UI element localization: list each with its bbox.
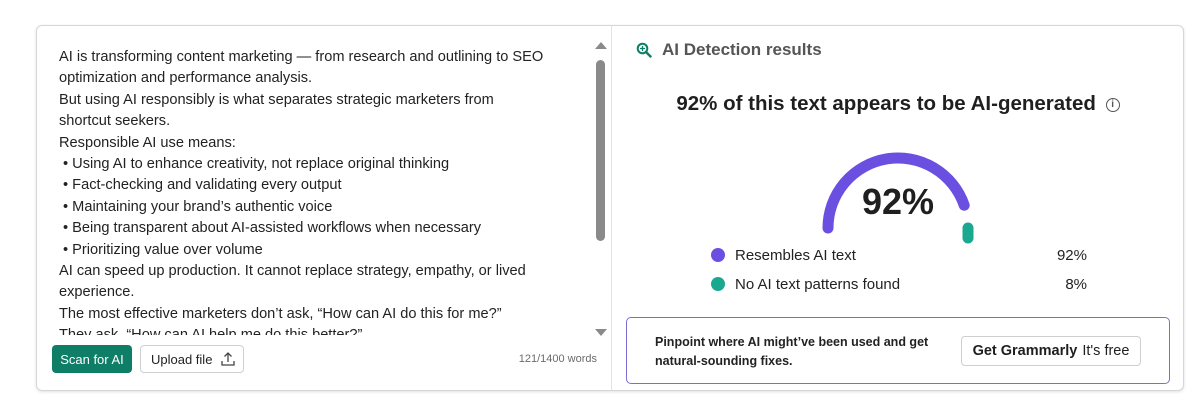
cta-rest: It's free <box>1082 343 1130 359</box>
editor-line: They ask, “How can AI help me do this be… <box>59 325 579 335</box>
editor-line: AI is transforming content marketing — f… <box>59 49 544 65</box>
legend-label-ai: Resembles AI text <box>735 246 856 264</box>
legend-dot-ai <box>711 248 725 262</box>
editor-bullet-line: Using AI to enhance creativity, not repl… <box>59 154 579 175</box>
editor-line: But using AI responsibly is what separat… <box>59 91 494 108</box>
editor-line: AI can speed up production. It cannot re… <box>59 263 526 280</box>
editor-line: shortcut seekers. <box>59 113 171 130</box>
upload-file-label: Upload file <box>151 351 213 367</box>
promo-text: Pinpoint where AI might’ve been used and… <box>655 335 929 368</box>
upload-icon <box>221 352 236 366</box>
scan-for-ai-button[interactable]: Scan for AI <box>52 345 132 373</box>
word-count: 121/1400 words <box>518 353 597 365</box>
magnifier-sparkle-icon <box>636 42 652 58</box>
headline-text: 92% of this text appears to be AI-genera… <box>676 92 1096 115</box>
info-icon[interactable]: i <box>1105 98 1120 112</box>
editor-line: The most effective marketers don’t ask, … <box>59 305 502 322</box>
get-grammarly-button[interactable]: Get Grammarly It's free <box>961 336 1141 366</box>
gauge-percent: 92% <box>861 181 935 222</box>
editor-bullet-line: Being transparent about AI-assisted work… <box>59 218 579 239</box>
results-panel: AI Detection results 92% of this text ap… <box>612 26 1184 390</box>
detection-headline: 92% of this text appears to be AI-genera… <box>612 92 1184 116</box>
scroll-up-arrow-icon[interactable] <box>595 42 607 49</box>
legend-label-human: No AI text patterns found <box>735 275 901 293</box>
ai-detector-card: AI is transforming content marketing — f… <box>36 25 1184 391</box>
editor-bullet-line: Prioritizing value over volume <box>59 240 579 261</box>
editor-panel: AI is transforming content marketing — f… <box>37 26 611 390</box>
editor-scrollbar[interactable] <box>593 40 607 336</box>
grammarly-promo: Pinpoint where AI might’ve been used and… <box>626 317 1170 384</box>
legend-dot-human <box>711 277 725 291</box>
scroll-thumb[interactable] <box>596 60 605 241</box>
results-header: AI Detection results <box>636 40 822 60</box>
legend-value-human: 8% <box>1065 275 1087 293</box>
results-title: AI Detection results <box>662 40 822 59</box>
legend-row-ai: Resembles AI text 92% <box>711 244 1087 266</box>
upload-file-button[interactable]: Upload file <box>140 345 244 373</box>
cta-strong: Get Grammarly <box>972 343 1078 359</box>
editor-line: optimization and performance analysis. <box>59 70 313 87</box>
legend-row-human: No AI text patterns found 8% <box>711 273 1087 295</box>
editor-line: Responsible AI use means: <box>59 134 236 151</box>
scroll-down-arrow-icon[interactable] <box>595 329 607 336</box>
legend-value-ai: 92% <box>1056 246 1087 264</box>
text-editor[interactable]: AI is transforming content marketing — f… <box>59 47 579 335</box>
editor-line: experience. <box>59 284 135 301</box>
editor-bullet-line: Fact-checking and validating every outpu… <box>59 175 579 196</box>
editor-bullet-line: Maintaining your brand’s authentic voice <box>59 197 579 218</box>
